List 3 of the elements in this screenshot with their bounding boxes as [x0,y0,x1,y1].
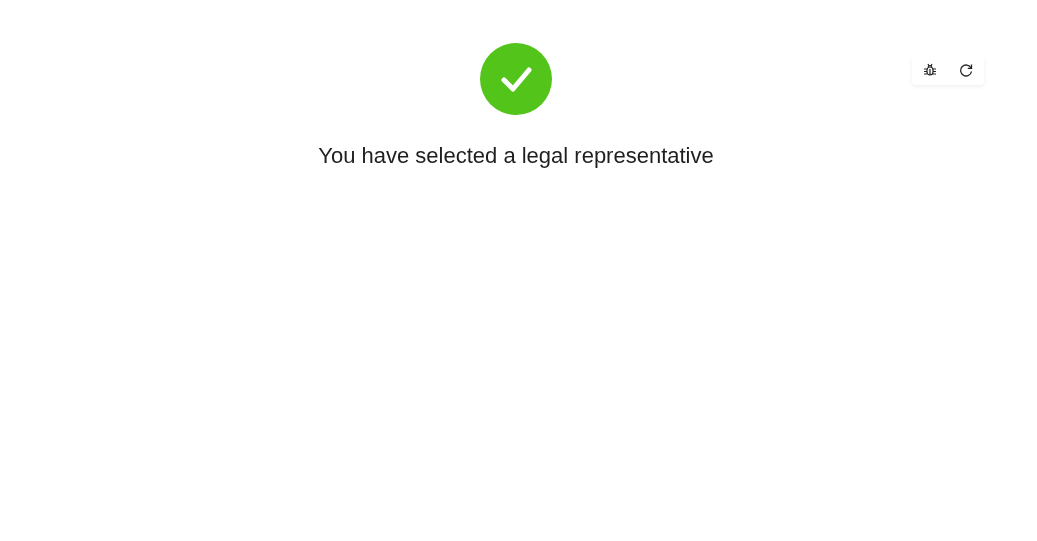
result-title: You have selected a legal representative [318,143,714,169]
bug-icon [922,62,938,78]
reload-icon [958,62,974,78]
